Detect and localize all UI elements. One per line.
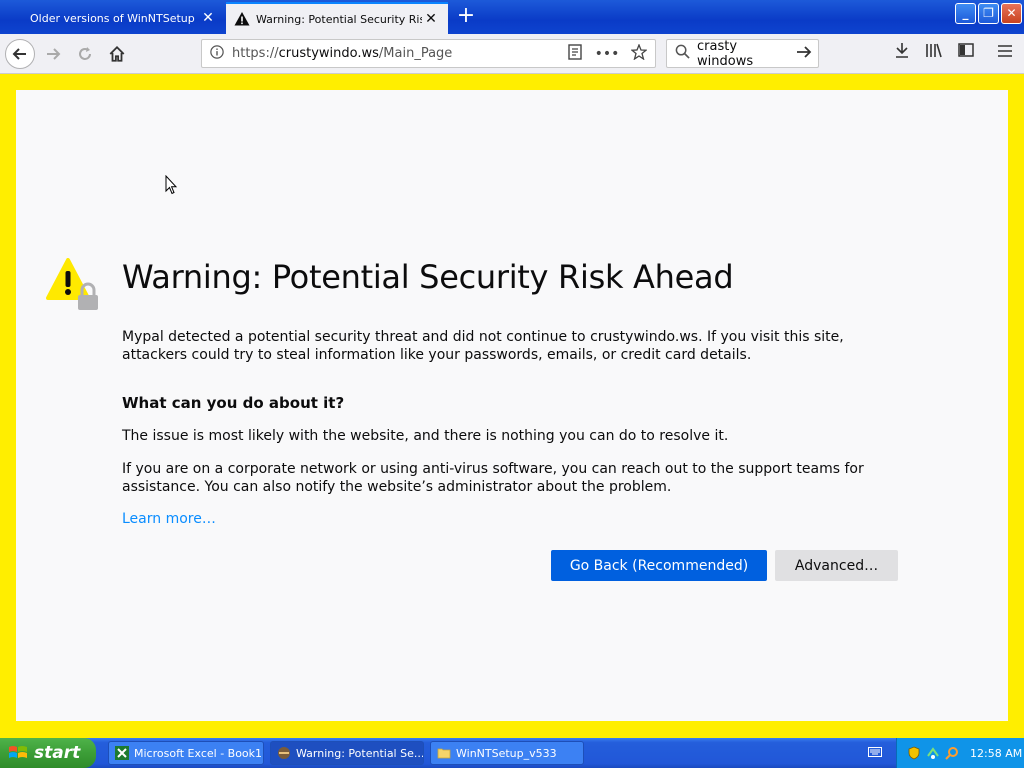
tab-label: Warning: Potential Security Risk A: [256, 12, 422, 26]
task-label: Warning: Potential Se...: [296, 746, 424, 760]
taskbar: start Microsoft Excel - Book1 Warning: P…: [0, 738, 1024, 768]
sidebar-icon[interactable]: [954, 42, 978, 66]
reader-view-icon[interactable]: [559, 43, 591, 64]
menu-hamburger-icon[interactable]: [993, 42, 1017, 66]
intro-text: Mypal detected a potential security thre…: [122, 329, 844, 363]
tab-older-versions[interactable]: Older versions of WinNTSetup (W ✕: [0, 2, 225, 34]
forward-arrow-icon: [47, 48, 61, 60]
corporate-network-text: If you are on a corporate network or usi…: [122, 461, 864, 495]
learn-more-link[interactable]: Learn more…: [122, 511, 216, 527]
home-button[interactable]: [102, 39, 132, 69]
taskbar-item-folder[interactable]: WinNTSetup_v533: [430, 741, 584, 765]
reload-button[interactable]: [70, 39, 100, 69]
warning-lock-icon: [46, 258, 98, 310]
site-info-icon[interactable]: [202, 44, 232, 63]
page-actions-icon[interactable]: •••: [591, 46, 623, 62]
url-host: crustywindo.ws: [278, 46, 379, 61]
warning-icon: [234, 12, 250, 26]
downloads-icon[interactable]: [890, 42, 914, 66]
search-input[interactable]: crasty windows: [697, 39, 790, 69]
back-button[interactable]: [5, 39, 35, 69]
window-controls: _ ❐ ✕: [955, 3, 1022, 24]
task-label: Microsoft Excel - Book1: [134, 746, 263, 760]
search-bar[interactable]: crasty windows: [666, 39, 819, 69]
search-go-icon[interactable]: [790, 44, 818, 63]
url-bar[interactable]: https://crustywindo.ws/Main_Page •••: [201, 39, 656, 68]
taskbar-item-excel[interactable]: Microsoft Excel - Book1: [108, 741, 264, 765]
library-icon[interactable]: [922, 42, 946, 66]
browser-icon: [278, 747, 290, 759]
url-path: /Main_Page: [378, 46, 453, 61]
network-icon[interactable]: [926, 746, 940, 760]
restore-button[interactable]: ❐: [978, 3, 999, 24]
start-button[interactable]: start: [0, 738, 96, 768]
go-back-button[interactable]: Go Back (Recommended): [551, 550, 767, 581]
error-page: Warning: Potential Security Risk Ahead M…: [16, 90, 1008, 721]
title-bar: Older versions of WinNTSetup (W ✕ Warnin…: [0, 0, 1024, 34]
close-window-button[interactable]: ✕: [1001, 3, 1022, 24]
keyboard-language-icon[interactable]: [868, 746, 882, 760]
clock[interactable]: 12:58 AM: [970, 747, 1022, 760]
minimize-button[interactable]: _: [955, 3, 976, 24]
forward-button[interactable]: [38, 39, 68, 69]
system-tray: 12:58 AM: [896, 738, 1024, 768]
reload-icon: [79, 47, 91, 60]
what-can-you-do-heading: What can you do about it?: [122, 394, 345, 412]
home-icon: [109, 45, 125, 62]
tab-close-icon[interactable]: ✕: [422, 11, 440, 27]
security-shield-icon[interactable]: [907, 746, 921, 760]
mouse-pointer-icon: [165, 175, 177, 195]
tab-label: Older versions of WinNTSetup (W: [30, 11, 199, 25]
tab-close-icon[interactable]: ✕: [199, 10, 217, 26]
navigation-toolbar: https://crustywindo.ws/Main_Page ••• cra…: [0, 34, 1024, 74]
taskbar-item-browser[interactable]: Warning: Potential Se...: [270, 741, 424, 765]
advanced-button[interactable]: Advanced…: [775, 550, 898, 581]
url-text[interactable]: https://crustywindo.ws/Main_Page: [232, 46, 559, 61]
folder-icon: [437, 748, 451, 759]
back-arrow-icon: [12, 48, 26, 60]
excel-icon: [115, 746, 129, 760]
search-tray-icon[interactable]: [945, 746, 959, 760]
page-title: Warning: Potential Security Risk Ahead: [122, 258, 734, 296]
search-icon: [667, 44, 697, 63]
tab-warning[interactable]: Warning: Potential Security Risk A ✕: [226, 2, 448, 34]
issue-text: The issue is most likely with the websit…: [122, 428, 729, 444]
windows-flag-icon: [9, 746, 27, 758]
new-tab-button[interactable]: +: [452, 3, 480, 31]
bookmark-star-icon[interactable]: [623, 42, 655, 64]
start-label: start: [34, 743, 81, 763]
task-label: WinNTSetup_v533: [456, 746, 557, 760]
url-prefix: https://: [232, 46, 279, 61]
